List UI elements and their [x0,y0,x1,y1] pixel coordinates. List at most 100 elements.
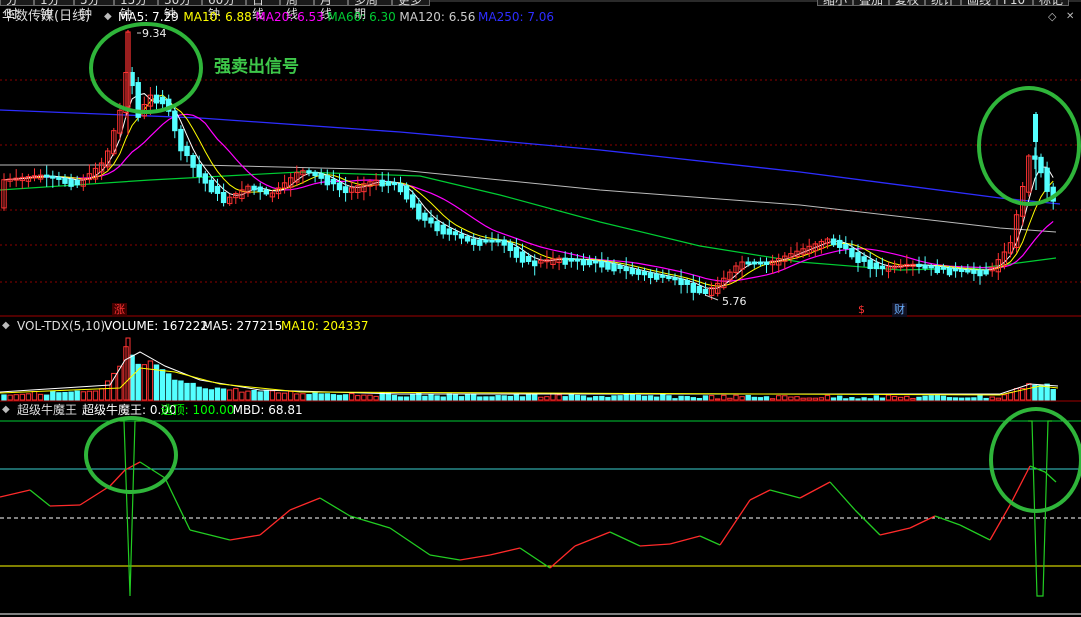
volume-bar [873,395,879,401]
candle [471,233,477,251]
toolbar-tab-2[interactable]: 5分钟 [74,0,114,21]
volume-bar [708,395,715,401]
candle-body [641,271,648,276]
candle-body [214,185,221,194]
candle [288,173,294,197]
volume-bar [275,392,282,401]
candle [1007,235,1014,258]
volume-bar [678,395,684,401]
volume-bar [855,398,861,401]
volume-bar [1050,389,1056,401]
close-icon[interactable]: ✕ [1066,10,1074,24]
volume-bar [403,396,410,401]
toolbar-tool-0[interactable]: 缩小 [817,0,853,7]
low-price-label: 5.76 [722,295,747,308]
volume-bar [794,396,800,401]
indicator-chevron-icon[interactable]: ◆ [2,403,10,417]
volume-bar [532,393,538,401]
volume-bar [580,395,587,401]
candle [556,255,562,271]
candle [861,252,867,267]
candle-body [178,128,184,152]
oscillator-segment [609,531,641,547]
candle-body [922,264,928,269]
candle [629,262,635,277]
marker-rise[interactable]: 涨 [112,303,127,317]
toolbar-tab-10[interactable]: 更多 [392,0,430,7]
volume-bar [562,396,568,401]
volume-bar [86,390,93,401]
toolbar-tool-1[interactable]: 叠加 [853,0,889,7]
candle [916,256,922,274]
diamond-icon[interactable]: ◇ [1048,10,1056,24]
volume-bar [495,395,501,401]
candle [56,171,62,186]
volume-bar [556,394,562,401]
toolbar-tool-6[interactable]: 标记 [1033,0,1069,7]
oscillator-segment [349,515,391,529]
volume-bar [898,396,904,401]
volume-bar [776,395,782,401]
oscillator-segment [139,461,166,479]
candle-body [617,265,623,269]
candle-body [757,261,764,265]
volume-bar [147,360,154,401]
oscillator-segment [854,509,881,536]
volume-bar [428,393,434,401]
candle [641,267,648,281]
toolbar-tab-5[interactable]: 60分钟 [202,0,246,21]
volume-bar [294,393,300,401]
volume-bar [324,393,331,401]
volume-bar [721,394,727,401]
volume-bar [733,394,739,401]
volume-chevron-icon[interactable]: ◆ [2,319,10,333]
toolbar-tab-4[interactable]: 30分钟 [158,0,202,21]
candle-body [751,261,757,265]
toolbar-tool-3[interactable]: 统计 [925,0,961,7]
chevron-down-icon[interactable]: ◆ [104,10,112,24]
toolbar-tool-5[interactable]: F10 [997,0,1033,7]
candle [501,236,507,254]
oscillator-segment [164,477,191,531]
toolbar-tab-6[interactable]: 日线 [246,0,280,21]
toolbar-tab-3[interactable]: 15分钟 [114,0,158,21]
candle [739,255,745,279]
ma-legend-item-0: MA5: 7.29 [118,10,179,24]
candle-body [464,236,471,242]
volume-bar [989,396,995,401]
candle-body [977,269,983,277]
candle-body [428,217,434,224]
toolbar-tab-0[interactable]: 分时 [0,0,34,21]
candle-body [513,247,520,258]
toolbar-tab-7[interactable]: 周线 [280,0,314,21]
volume-bar [202,388,209,401]
volume-bars [0,337,1059,401]
volume-bar [599,395,605,401]
toolbar-tab-9[interactable]: 多周期 [348,0,392,21]
toolbar-tool-4[interactable]: 画线 [961,0,997,7]
candle [483,234,489,245]
candle [245,183,251,198]
toolbar-tab-8[interactable]: 月线 [314,0,348,21]
candle-body [873,262,879,270]
candle [495,233,501,247]
candle-body [440,224,446,235]
marker-finance[interactable]: 财 [892,303,907,317]
candle-body [525,256,532,262]
candle [782,252,788,270]
toolbar-tab-1[interactable]: 1分钟 [34,0,74,21]
candle-body [611,263,617,272]
volume-bar [922,395,928,401]
volume-bar [1001,394,1008,401]
volume-bar [800,397,806,401]
marker-dollar[interactable]: $ [858,303,865,317]
volume-bar [263,389,270,401]
candle [910,260,916,276]
volume-bar [300,393,306,401]
volume-bar [660,394,666,401]
candle-body [532,260,538,267]
toolbar-tool-2[interactable]: 复权 [889,0,925,7]
volume-bar [946,397,953,401]
oscillator-segment [49,504,81,507]
candle-body [495,239,501,243]
